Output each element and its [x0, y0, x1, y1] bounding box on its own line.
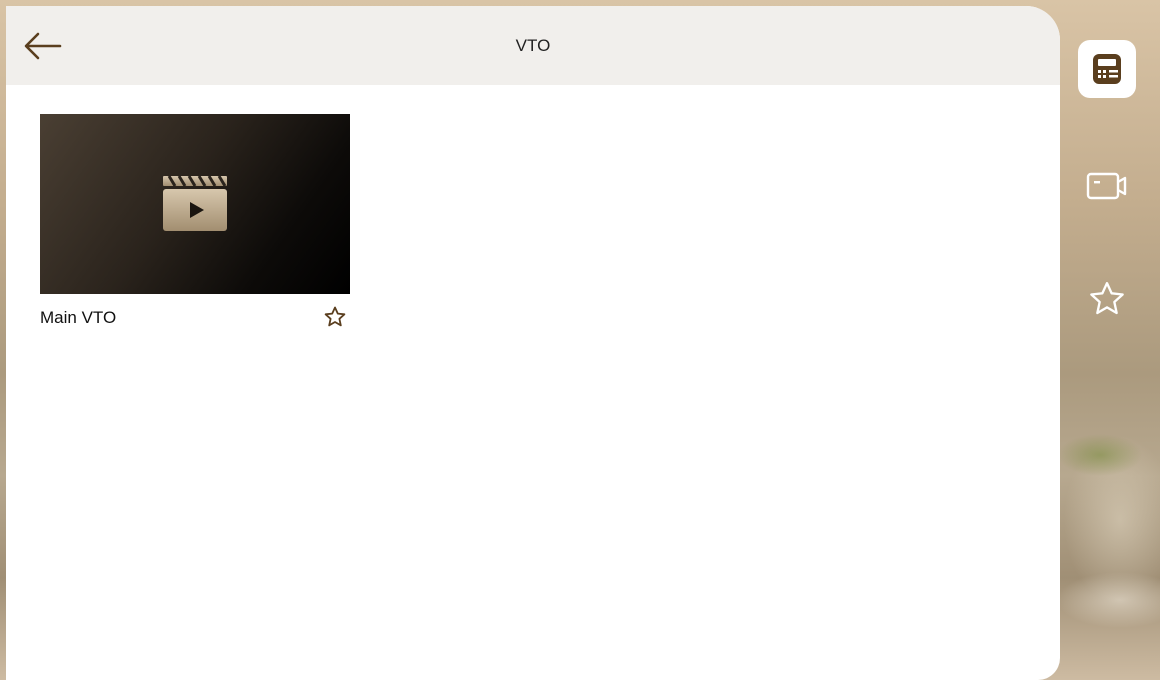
page-title: VTO: [515, 36, 551, 55]
device-name: Main VTO: [40, 308, 117, 327]
device-card[interactable]: Main VTO: [40, 114, 350, 334]
nav-item-vto-tile: [1078, 40, 1136, 98]
device-thumbnail[interactable]: [40, 114, 350, 294]
arrow-left-icon: [24, 32, 62, 60]
video-clapper-icon: [163, 175, 227, 231]
device-card-footer: Main VTO: [40, 294, 350, 334]
star-icon: [1090, 282, 1124, 315]
vto-device-icon: [1093, 54, 1121, 84]
nav-item-camera[interactable]: [1078, 156, 1136, 214]
back-button[interactable]: [20, 26, 64, 66]
star-outline-icon: [324, 306, 346, 327]
nav-item-favorites[interactable]: [1078, 270, 1136, 328]
nav-item-vto[interactable]: [1078, 40, 1136, 98]
camera-icon: [1086, 172, 1127, 200]
side-navigation: [1076, 0, 1160, 680]
header-bar: VTO: [6, 6, 1060, 85]
favorite-button[interactable]: [322, 304, 348, 330]
main-panel: VTO Main VTO: [6, 6, 1060, 680]
